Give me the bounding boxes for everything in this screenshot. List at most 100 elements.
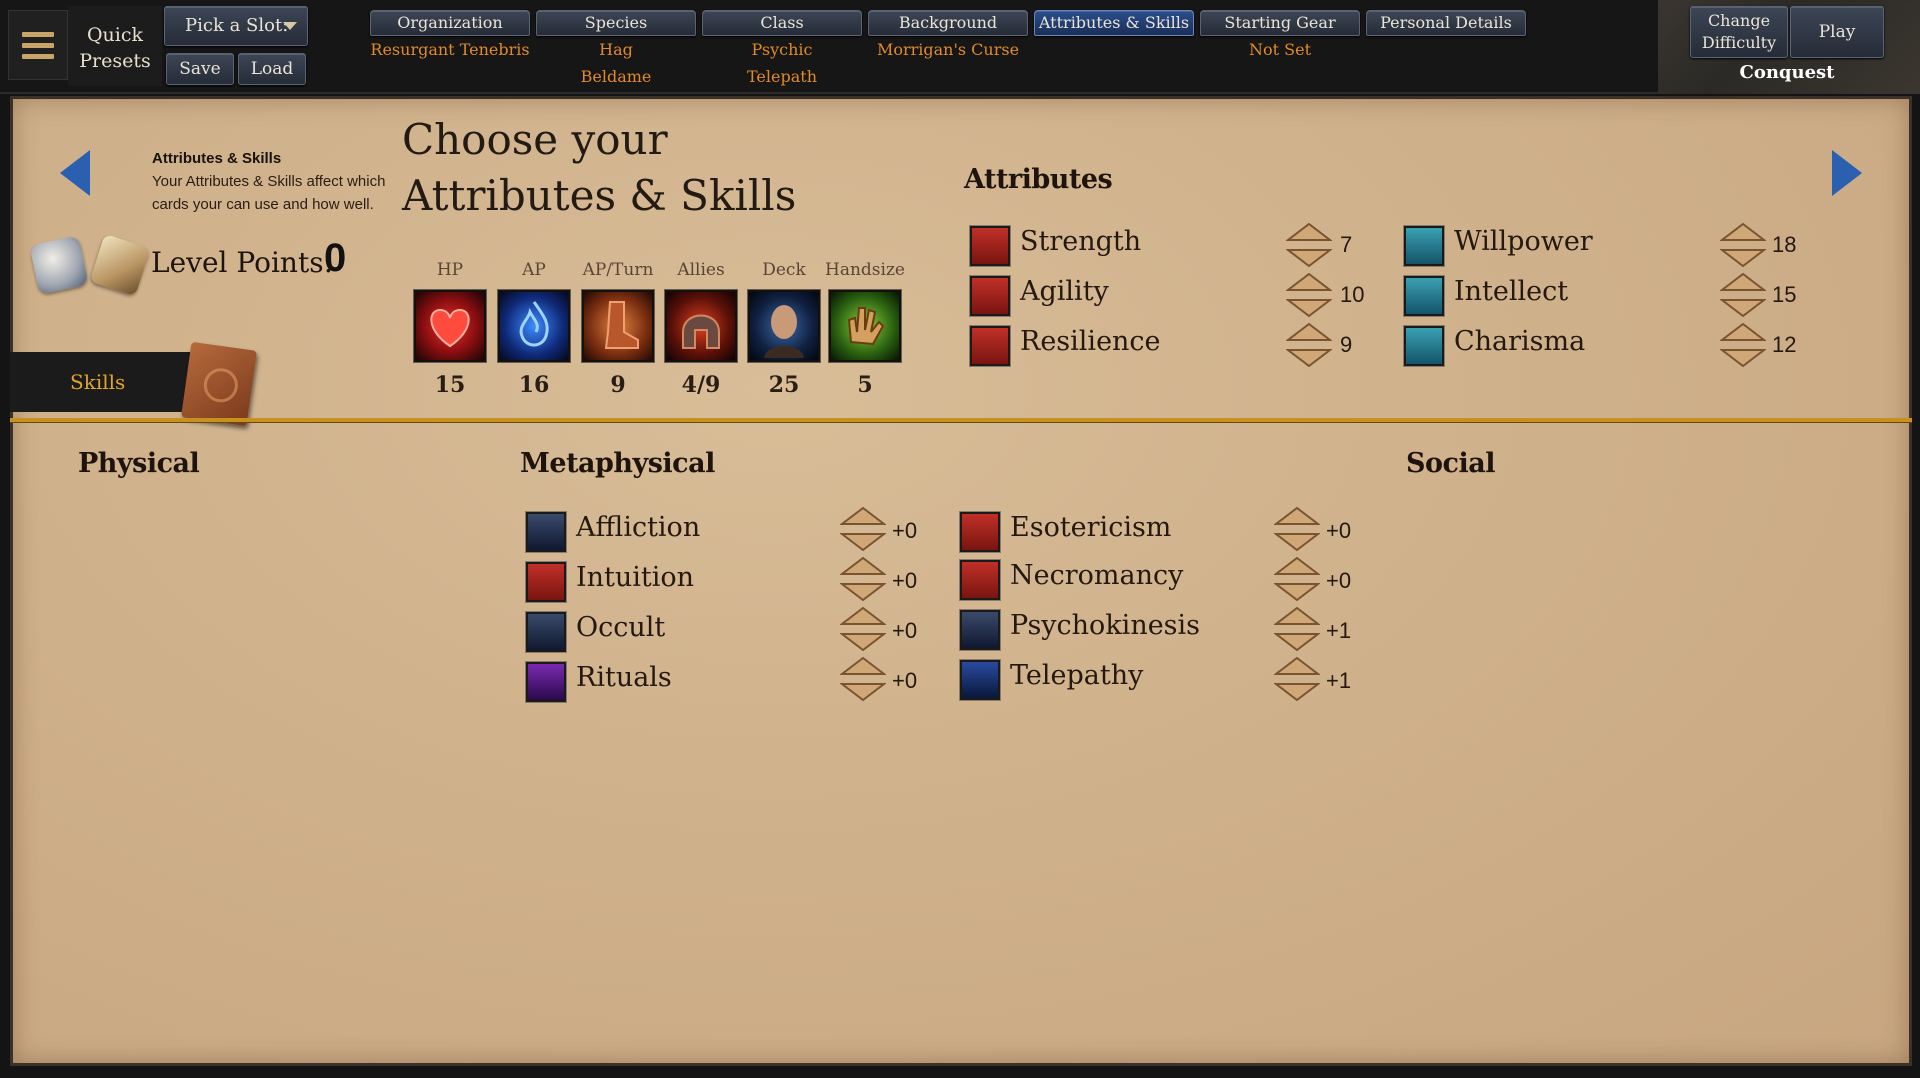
rituals-icon [526, 662, 566, 702]
info-title: Attributes & Skills [152, 150, 282, 167]
affliction-stepper[interactable] [840, 506, 886, 552]
face-icon [748, 290, 820, 362]
tab-starting-gear-value: Not Set [1248, 40, 1311, 59]
agility-icon [970, 276, 1010, 316]
attribute-name-strength: Strength [1020, 226, 1142, 257]
tab-background[interactable]: Background [868, 10, 1028, 36]
skill-value-psychokinesis: +1 [1326, 618, 1352, 643]
load-button[interactable]: Load [238, 53, 306, 85]
willpower-stepper[interactable] [1720, 222, 1766, 268]
social-heading: Social [1406, 448, 1495, 479]
skill-name-occult: Occult [576, 612, 666, 643]
attribute-name-willpower: Willpower [1454, 226, 1593, 257]
helmet-icon [665, 290, 737, 362]
tab-species-subvalue: Beldame [580, 67, 652, 86]
intuition-stepper[interactable] [840, 556, 886, 602]
next-arrow-icon[interactable] [1832, 150, 1862, 196]
attribute-name-resilience: Resilience [1020, 326, 1161, 357]
change-difficulty-button[interactable]: Change Difficulty [1690, 6, 1788, 58]
resilience-stepper[interactable] [1286, 322, 1332, 368]
skill-name-intuition: Intuition [576, 562, 695, 593]
telepathy-icon [960, 660, 1000, 700]
affliction-icon [526, 512, 566, 552]
stat-allies-value: 4/9 [681, 372, 721, 398]
slot-select-dropdown[interactable]: Pick a Slot: [164, 6, 308, 46]
tab-class-subvalue: Telepath [747, 67, 817, 86]
dice-icon[interactable] [29, 235, 89, 295]
hand-icon [829, 290, 901, 362]
tab-starting-gear[interactable]: Starting Gear [1200, 10, 1360, 36]
boot-icon [582, 290, 654, 362]
necromancy-stepper[interactable] [1274, 556, 1320, 602]
intuition-icon [526, 562, 566, 602]
tab-class-value: Psychic [751, 40, 813, 59]
stat-ap-label: AP [522, 260, 546, 280]
slot-select-label: Pick a Slot: [185, 15, 289, 36]
strength-icon [970, 226, 1010, 266]
tab-attributes-skills[interactable]: Attributes & Skills [1034, 10, 1194, 36]
level-points-label: Level Points: [151, 246, 334, 279]
skill-name-rituals: Rituals [576, 662, 672, 693]
tab-organization[interactable]: Organization [370, 10, 530, 36]
metaphysical-heading: Metaphysical [520, 448, 715, 479]
chevron-down-icon [283, 22, 297, 30]
attributes-heading: Attributes [964, 164, 1113, 195]
skill-name-affliction: Affliction [576, 512, 701, 543]
quick-presets-label: Quick Presets [68, 6, 162, 86]
skill-value-intuition: +0 [892, 568, 918, 593]
skill-name-esotericism: Esotericism [1010, 512, 1172, 543]
esotericism-stepper[interactable] [1274, 506, 1320, 552]
skill-value-rituals: +0 [892, 668, 918, 693]
skill-value-affliction: +0 [892, 518, 918, 543]
tab-personal-details[interactable]: Personal Details [1366, 10, 1526, 36]
stat-ap-turn-value: 9 [610, 372, 626, 398]
attribute-value-strength: 7 [1340, 232, 1353, 257]
esotericism-icon [960, 512, 1000, 552]
attribute-value-agility: 10 [1340, 282, 1365, 307]
telepathy-stepper[interactable] [1274, 656, 1320, 702]
skill-value-occult: +0 [892, 618, 918, 643]
hamburger-menu-icon[interactable] [8, 10, 68, 80]
tab-background-value: Morrigan's Curse [876, 40, 1020, 59]
attribute-value-willpower: 18 [1772, 232, 1797, 257]
charisma-stepper[interactable] [1720, 322, 1766, 368]
attribute-value-charisma: 12 [1772, 332, 1797, 357]
charisma-icon [1404, 326, 1444, 366]
occult-stepper[interactable] [840, 606, 886, 652]
stat-allies-label: Allies [677, 260, 725, 280]
level-points-value: 0 [324, 236, 347, 280]
page-title-line1: Choose your [402, 115, 668, 164]
tab-organization-value: Resurgant Tenebris [370, 40, 530, 59]
psychokinesis-stepper[interactable] [1274, 606, 1320, 652]
skill-name-telepathy: Telepathy [1010, 660, 1144, 691]
tab-class[interactable]: Class [702, 10, 862, 36]
tab-species-value: Hag [599, 40, 633, 59]
stat-deck-value: 25 [768, 372, 800, 398]
stat-hp-value: 15 [434, 372, 466, 398]
difficulty-label: Conquest [1739, 62, 1835, 83]
occult-icon [526, 612, 566, 652]
page-title: Choose your Attributes & Skills [402, 112, 796, 224]
stat-hp-label: HP [436, 260, 464, 280]
save-button[interactable]: Save [166, 53, 234, 85]
book-icon [181, 341, 257, 427]
resilience-icon [970, 326, 1010, 366]
stat-deck-label: Deck [762, 260, 806, 280]
attribute-value-intellect: 15 [1772, 282, 1797, 307]
willpower-icon [1404, 226, 1444, 266]
stat-ap-turn-label: AP/Turn [582, 260, 654, 280]
intellect-stepper[interactable] [1720, 272, 1766, 318]
play-button[interactable]: Play [1790, 6, 1884, 58]
previous-arrow-icon[interactable] [60, 150, 90, 196]
info-description: Your Attributes & Skills affect which ca… [152, 173, 386, 213]
heart-icon [414, 290, 486, 362]
strength-stepper[interactable] [1286, 222, 1332, 268]
psychokinesis-icon [960, 610, 1000, 650]
stat-handsize-label: Handsize [825, 260, 905, 280]
skills-tab[interactable]: Skills [10, 352, 198, 412]
tab-species[interactable]: Species [536, 10, 696, 36]
skill-value-necromancy: +0 [1326, 568, 1352, 593]
rituals-stepper[interactable] [840, 656, 886, 702]
agility-stepper[interactable] [1286, 272, 1332, 318]
attribute-value-resilience: 9 [1340, 332, 1353, 357]
